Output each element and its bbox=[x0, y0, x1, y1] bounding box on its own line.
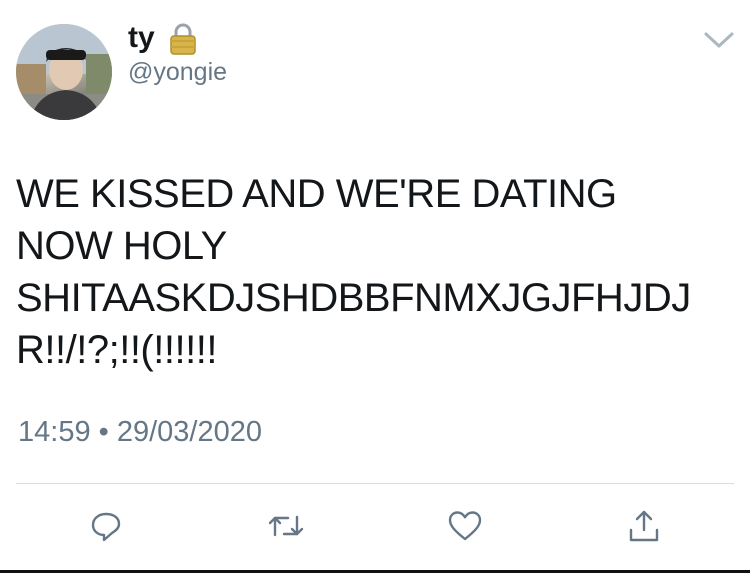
heart-icon bbox=[448, 511, 482, 541]
tweet-text-line: R!!/!?;!!(!!!!!! bbox=[16, 328, 217, 372]
retweet-button[interactable] bbox=[266, 506, 306, 546]
reply-icon bbox=[91, 512, 121, 542]
divider bbox=[16, 483, 734, 484]
display-name[interactable]: ty bbox=[128, 18, 155, 58]
tweet-text-line: SHITAASKDJSHDBBFNMXJGJFHJDJ bbox=[16, 276, 691, 320]
retweet-icon bbox=[268, 515, 304, 537]
chevron-down-icon[interactable] bbox=[702, 28, 736, 52]
share-icon bbox=[629, 510, 659, 542]
reply-button[interactable] bbox=[86, 506, 126, 546]
like-button[interactable] bbox=[445, 506, 485, 546]
share-button[interactable] bbox=[624, 506, 664, 546]
tweet-card: ty @yongie WE KISSED AND WE'RE DATING NO… bbox=[0, 0, 750, 573]
tweet-text-line: NOW HOLY bbox=[16, 224, 227, 268]
user-handle[interactable]: @yongie bbox=[128, 56, 227, 88]
tweet-text: WE KISSED AND WE'RE DATING NOW HOLY SHIT… bbox=[16, 168, 741, 376]
avatar-photo bbox=[16, 24, 112, 120]
lock-icon bbox=[170, 23, 196, 55]
avatar[interactable] bbox=[16, 24, 112, 120]
tweet-timestamp[interactable]: 14:59 • 29/03/2020 bbox=[18, 414, 262, 450]
tweet-text-line: WE KISSED AND WE'RE DATING bbox=[16, 172, 617, 216]
